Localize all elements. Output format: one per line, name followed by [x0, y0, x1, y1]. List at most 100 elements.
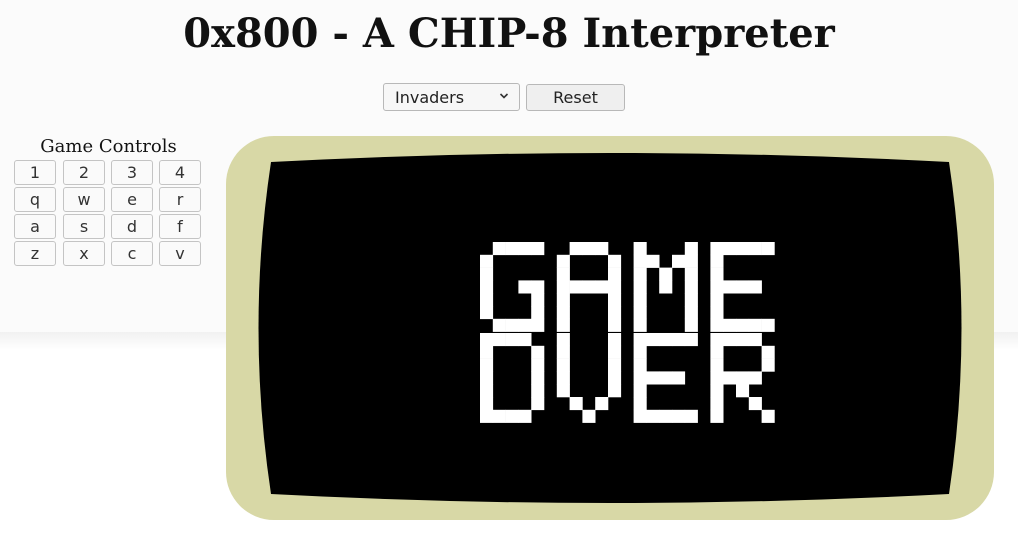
screen-pixel	[710, 280, 724, 294]
screen-pixel	[761, 318, 775, 332]
screen-pixel	[748, 333, 762, 347]
screen-pixel	[608, 358, 622, 372]
key-f[interactable]: f	[159, 214, 201, 239]
screen-pixel	[748, 397, 762, 411]
screen-pixel	[518, 318, 532, 332]
screen-pixel	[672, 371, 686, 385]
screen-pixel	[736, 371, 750, 385]
screen-pixel	[531, 345, 545, 359]
screen-pixel	[633, 242, 647, 256]
screen-pixel	[556, 280, 570, 294]
screen-pixel	[659, 280, 673, 294]
screen-pixel	[556, 333, 570, 347]
screen-pixel	[531, 293, 545, 307]
screen-pixel	[710, 409, 724, 423]
screen-pixel	[633, 371, 647, 385]
emulator-screen[interactable]	[226, 136, 994, 520]
key-r[interactable]: r	[159, 187, 201, 212]
screen-pixel	[595, 280, 609, 294]
key-2[interactable]: 2	[63, 160, 105, 185]
reset-button[interactable]: Reset	[526, 84, 625, 111]
screen-pixel	[659, 267, 673, 281]
screen-pixel	[480, 293, 494, 307]
screen-pixel	[492, 409, 506, 423]
screen-pixel	[672, 409, 686, 423]
screen-pixel	[710, 333, 724, 347]
screen-pixel	[736, 242, 750, 256]
screen-pixel	[723, 333, 737, 347]
screen-pixel	[595, 397, 609, 411]
key-w[interactable]: w	[63, 187, 105, 212]
screen-pixel	[480, 397, 494, 411]
screen-pixel	[710, 371, 724, 385]
screen-pixel	[608, 384, 622, 398]
key-d[interactable]: d	[111, 214, 153, 239]
screen-pixel	[556, 371, 570, 385]
screen-pixel	[633, 306, 647, 320]
key-v[interactable]: v	[159, 241, 201, 266]
screen-pixel	[608, 306, 622, 320]
screen-pixel	[761, 358, 775, 372]
screen-pixel	[518, 333, 532, 347]
key-e[interactable]: e	[111, 187, 153, 212]
screen-pixel	[710, 358, 724, 372]
screen-pixel	[608, 280, 622, 294]
screen-pixel	[659, 409, 673, 423]
key-3[interactable]: 3	[111, 160, 153, 185]
screen-pixel	[736, 384, 750, 398]
screen-pixel	[480, 384, 494, 398]
screen-pixel	[518, 280, 532, 294]
screen-pixel	[748, 318, 762, 332]
screen-pixel	[633, 254, 647, 268]
game-controls-title: Game Controls	[40, 136, 177, 157]
screen-pixel	[480, 409, 494, 423]
screen-pixel	[608, 267, 622, 281]
screen-pixel	[723, 242, 737, 256]
screen-pixel	[761, 345, 775, 359]
key-1[interactable]: 1	[14, 160, 56, 185]
screen-pixel	[723, 371, 737, 385]
screen-pixel	[492, 318, 506, 332]
screen-pixel	[710, 293, 724, 307]
screen-pixel	[492, 242, 506, 256]
screen-pixel	[659, 333, 673, 347]
screen-pixel	[556, 384, 570, 398]
screen-pixel	[608, 333, 622, 347]
key-z[interactable]: z	[14, 241, 56, 266]
screen-pixel	[608, 371, 622, 385]
screen-pixel	[736, 333, 750, 347]
screen-pixel	[684, 333, 698, 347]
chevron-down-icon	[499, 93, 509, 99]
screen-pixel	[556, 293, 570, 307]
screen-pixel	[684, 280, 698, 294]
screen-pixel	[480, 267, 494, 281]
screen-pixel	[633, 280, 647, 294]
key-a[interactable]: a	[14, 214, 56, 239]
screen-pixel	[531, 318, 545, 332]
screen-pixel	[480, 280, 494, 294]
rom-select[interactable]: Invaders	[383, 83, 520, 111]
screen-pixel	[556, 254, 570, 268]
screen-pixel	[582, 242, 596, 256]
screen-pixel	[608, 345, 622, 359]
key-q[interactable]: q	[14, 187, 56, 212]
screen-pixel	[633, 267, 647, 281]
screen-pixel	[505, 242, 519, 256]
screen-pixel	[505, 409, 519, 423]
screen-pixel	[710, 254, 724, 268]
key-4[interactable]: 4	[159, 160, 201, 185]
screen-pixel	[684, 293, 698, 307]
screen-pixel	[736, 280, 750, 294]
screen-pixel	[518, 409, 532, 423]
key-x[interactable]: x	[63, 241, 105, 266]
screen-pixel	[556, 358, 570, 372]
screen-pixel	[608, 318, 622, 332]
key-c[interactable]: c	[111, 241, 153, 266]
screen-pixel	[608, 293, 622, 307]
screen-pixel	[556, 345, 570, 359]
key-s[interactable]: s	[63, 214, 105, 239]
screen-pixel	[531, 384, 545, 398]
screen-pixel	[710, 345, 724, 359]
screen-pixel	[556, 306, 570, 320]
screen-pixel	[646, 409, 660, 423]
